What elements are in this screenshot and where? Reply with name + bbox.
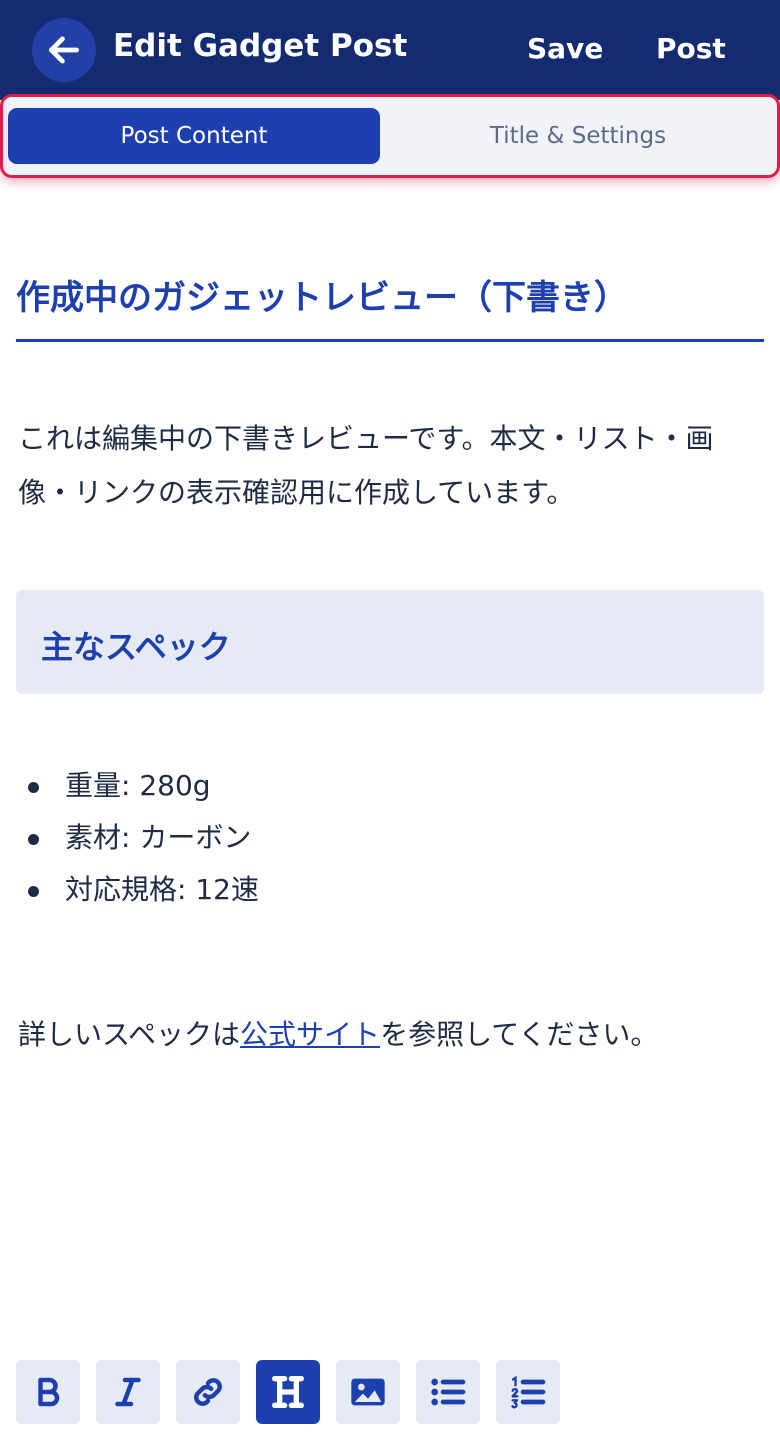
bullet-list-button[interactable]: [416, 1360, 480, 1424]
back-button[interactable]: [32, 18, 96, 82]
numbered-list-button[interactable]: [496, 1360, 560, 1424]
bullet-list-icon: [431, 1378, 466, 1406]
bold-icon: [38, 1377, 60, 1407]
image-icon: [351, 1378, 385, 1406]
save-button[interactable]: Save: [527, 32, 603, 65]
official-site-link[interactable]: 公式サイト: [240, 1018, 380, 1051]
italic-button[interactable]: [96, 1360, 160, 1424]
heading-button[interactable]: [256, 1360, 320, 1424]
subheading-block[interactable]: 主なスペック: [16, 590, 764, 694]
page-title: Edit Gadget Post: [113, 28, 408, 64]
tab-post-content[interactable]: Post Content: [8, 108, 380, 164]
italic-icon: [115, 1377, 141, 1407]
heading-icon: [272, 1376, 304, 1408]
app-header: Edit Gadget Post Save Post: [0, 0, 780, 100]
post-paragraph[interactable]: これは編集中の下書きレビューです。本文・リスト・画像・リンクの表示確認用に作成し…: [18, 412, 758, 520]
format-toolbar: [16, 1360, 560, 1424]
reference-text-before: 詳しいスペックは: [18, 1018, 241, 1051]
list-item: 重量: 280g: [18, 760, 259, 812]
bold-button[interactable]: [16, 1360, 80, 1424]
tab-title-settings[interactable]: Title & Settings: [383, 108, 773, 164]
list-item: 素材: カーボン: [18, 812, 259, 864]
subheading-text: 主なスペック: [41, 628, 231, 666]
image-button[interactable]: [336, 1360, 400, 1424]
reference-text-after: を参照してください。: [380, 1018, 659, 1051]
spec-list[interactable]: 重量: 280g 素材: カーボン 対応規格: 12速: [18, 760, 259, 916]
post-button[interactable]: Post: [656, 32, 726, 65]
numbered-list-icon: [511, 1375, 546, 1409]
tab-bar: Post Content Title & Settings: [0, 94, 780, 178]
post-heading[interactable]: 作成中のガジェットレビュー（下書き）: [16, 270, 764, 342]
arrow-left-icon: [48, 36, 80, 64]
list-item: 対応規格: 12速: [18, 864, 259, 916]
reference-paragraph[interactable]: 詳しいスペックは公式サイトを参照してください。: [18, 1010, 658, 1060]
link-button[interactable]: [176, 1360, 240, 1424]
link-icon: [194, 1378, 222, 1406]
